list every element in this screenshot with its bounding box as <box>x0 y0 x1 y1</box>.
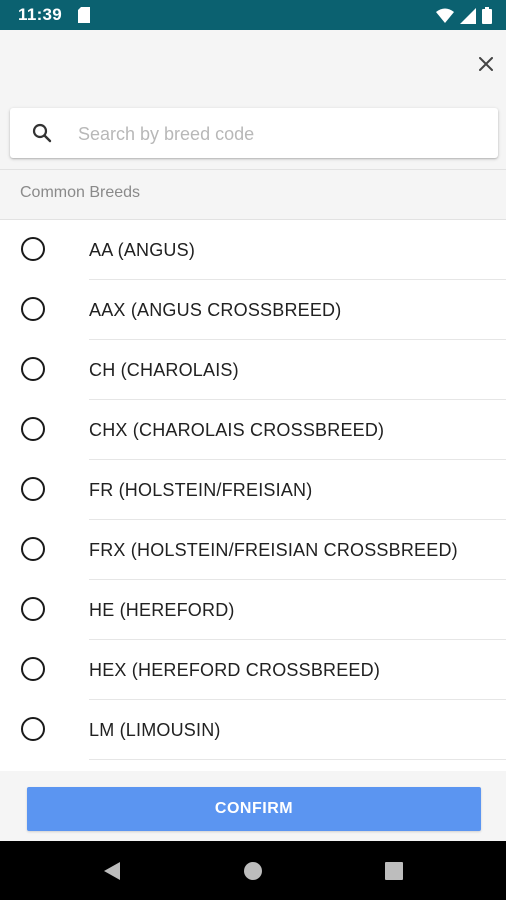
radio-button[interactable] <box>21 477 45 501</box>
breed-label: CH (CHAROLAIS) <box>89 360 239 380</box>
row-divider <box>89 759 506 760</box>
radio-button[interactable] <box>21 717 45 741</box>
breed-label: HEX (HEREFORD CROSSBREED) <box>89 660 381 680</box>
breed-label: FRX (HOLSTEIN/FREISIAN CROSSBREED) <box>89 540 458 560</box>
search-input[interactable] <box>76 118 480 150</box>
radio-button[interactable] <box>21 597 45 621</box>
radio-button[interactable] <box>21 417 45 441</box>
breed-option-frx[interactable]: FRX (HOLSTEIN/FREISIAN CROSSBREED) <box>0 520 506 580</box>
breed-label: FR (HOLSTEIN/FREISIAN) <box>89 480 313 500</box>
breed-label: HE (HEREFORD) <box>89 600 235 620</box>
section-divider <box>0 169 506 170</box>
radio-button[interactable] <box>21 357 45 381</box>
radio-button[interactable] <box>21 297 45 321</box>
signal-icon <box>460 7 476 29</box>
confirm-button[interactable]: CONFIRM <box>27 787 481 831</box>
status-time: 11:39 <box>18 5 63 24</box>
breed-option-aa[interactable]: AA (ANGUS) <box>0 220 506 280</box>
breed-option-lm[interactable]: LM (LIMOUSIN) <box>0 700 506 760</box>
breed-option-chx[interactable]: CHX (CHAROLAIS CROSSBREED) <box>0 400 506 460</box>
close-button[interactable] <box>472 50 500 78</box>
recents-icon[interactable] <box>382 859 406 883</box>
battery-icon <box>482 7 492 29</box>
breed-label: AAX (ANGUS CROSSBREED) <box>89 300 342 320</box>
breed-option-hex[interactable]: HEX (HEREFORD CROSSBREED) <box>0 640 506 700</box>
breed-label: AA (ANGUS) <box>89 240 196 260</box>
breed-label: LM (LIMOUSIN) <box>89 720 221 740</box>
radio-button[interactable] <box>21 537 45 561</box>
search-box[interactable] <box>10 108 498 158</box>
sd-card-icon <box>78 7 90 28</box>
back-icon[interactable] <box>100 859 124 883</box>
breed-option-aax[interactable]: AAX (ANGUS CROSSBREED) <box>0 280 506 340</box>
radio-button[interactable] <box>21 237 45 261</box>
breed-label: CHX (CHAROLAIS CROSSBREED) <box>89 420 385 440</box>
breed-list: AA (ANGUS) AAX (ANGUS CROSSBREED) CH (CH… <box>0 219 506 772</box>
breed-option-fr[interactable]: FR (HOLSTEIN/FREISIAN) <box>0 460 506 520</box>
breed-option-ch[interactable]: CH (CHAROLAIS) <box>0 340 506 400</box>
footer: CONFIRM <box>0 771 506 841</box>
wifi-icon <box>436 8 454 29</box>
close-icon <box>479 57 493 71</box>
home-icon[interactable] <box>241 859 265 883</box>
search-icon <box>32 123 52 148</box>
section-header: Common Breeds <box>20 184 141 201</box>
status-bar: 11:39 <box>0 0 506 30</box>
radio-button[interactable] <box>21 657 45 681</box>
navigation-bar <box>0 841 506 900</box>
breed-option-he[interactable]: HE (HEREFORD) <box>0 580 506 640</box>
